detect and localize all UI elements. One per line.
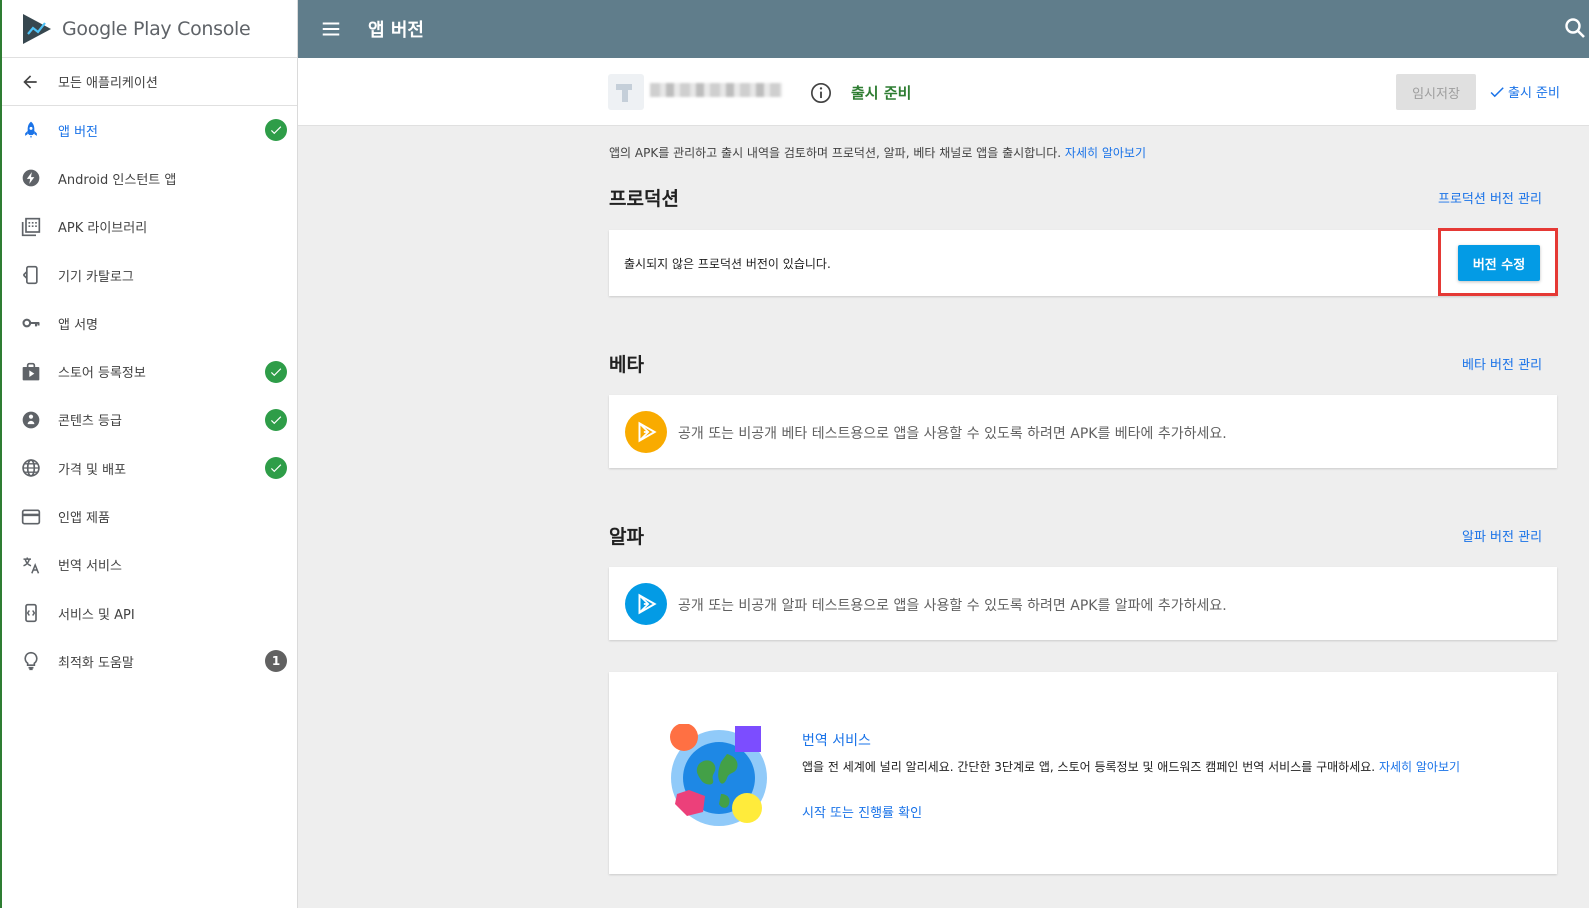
brand-logo[interactable]: Google Play Console xyxy=(2,0,297,58)
sidebar-item-instant-apps[interactable]: Android 인스턴트 앱 xyxy=(2,154,297,202)
sidebar-item-label: 서비스 및 API xyxy=(58,607,135,623)
sidebar-item-label: 앱 서명 xyxy=(58,317,99,333)
sidebar-item-optimization-tips[interactable]: 최적화 도움말 1 xyxy=(2,637,297,685)
sidebar-item-label: 스토어 등록정보 xyxy=(58,366,146,382)
search-icon[interactable] xyxy=(1563,16,1587,40)
alpha-title: 알파 xyxy=(609,526,644,548)
sidebar-item-pricing-distribution[interactable]: 가격 및 배포 xyxy=(2,444,297,492)
sidebar-item-label: 앱 버전 xyxy=(58,124,99,140)
globe-icon xyxy=(20,457,42,479)
library-icon xyxy=(20,216,42,238)
back-to-all-apps[interactable]: 모든 애플리케이션 xyxy=(2,58,297,106)
bulb-icon xyxy=(20,650,42,672)
learn-more-link[interactable]: 자세히 알아보기 xyxy=(1065,146,1146,160)
publish-label: 출시 준비 xyxy=(1508,86,1560,101)
bolt-icon xyxy=(20,167,42,189)
store-icon xyxy=(20,361,42,383)
device-icon xyxy=(20,264,42,286)
sidebar-item-label: 번역 서비스 xyxy=(58,559,122,575)
sidebar-item-label: 최적화 도움말 xyxy=(58,655,134,671)
app-name-redacted xyxy=(650,83,782,97)
check-icon xyxy=(1490,86,1504,97)
check-icon xyxy=(265,360,287,383)
count-badge: 1 xyxy=(265,650,287,673)
check-icon xyxy=(265,408,287,431)
card-icon xyxy=(20,506,42,528)
app-header: 출시 준비 임시저장 출시 준비 xyxy=(298,58,1589,126)
sidebar-item-label: 인앱 제품 xyxy=(58,511,110,527)
translation-text: 앱을 전 세계에 널리 알리세요. 간단한 3단계로 앱, 스토어 등록정보 및… xyxy=(802,760,1376,774)
brand-name: Google Play Console xyxy=(62,17,251,40)
production-title: 프로덕션 xyxy=(609,188,679,210)
page-title: 앱 버전 xyxy=(368,20,424,41)
manage-production-link[interactable]: 프로덕션 버전 관리 xyxy=(1438,188,1542,207)
translation-card: 번역 서비스 앱을 전 세계에 널리 알리세요. 간단한 3단계로 앱, 스토어… xyxy=(609,672,1557,874)
page-description: 앱의 APK를 관리하고 출시 내역을 검토하며 프로덕션, 알파, 베타 채널… xyxy=(609,144,1146,161)
save-draft-button[interactable]: 임시저장 xyxy=(1396,74,1476,110)
play-console-logo-icon xyxy=(23,13,51,44)
sidebar-item-apk-library[interactable]: APK 라이브러리 xyxy=(2,203,297,251)
ready-to-publish-button[interactable]: 출시 준비 xyxy=(1488,82,1560,101)
beta-title: 베타 xyxy=(609,354,644,376)
sidebar-item-translation-services[interactable]: 번역 서비스 xyxy=(2,541,297,589)
sidebar-item-app-signing[interactable]: 앱 서명 xyxy=(2,299,297,347)
rocket-icon xyxy=(20,119,42,141)
info-icon[interactable] xyxy=(810,82,832,104)
edit-release-button[interactable]: 버전 수정 xyxy=(1458,245,1540,281)
sidebar-item-label: 콘텐츠 등급 xyxy=(58,414,122,430)
sidebar-item-label: 기기 카탈로그 xyxy=(58,269,134,285)
sidebar-item-device-catalog[interactable]: 기기 카탈로그 xyxy=(2,251,297,299)
menu-icon[interactable] xyxy=(320,18,342,40)
back-label: 모든 애플리케이션 xyxy=(58,76,158,91)
start-translation-link[interactable]: 시작 또는 진행률 확인 xyxy=(802,802,922,821)
translation-learn-more-link[interactable]: 자세히 알아보기 xyxy=(1379,760,1460,774)
sidebar-item-store-listing[interactable]: 스토어 등록정보 xyxy=(2,347,297,395)
sidebar-item-label: 가격 및 배포 xyxy=(58,462,127,478)
sidebar-item-in-app-products[interactable]: 인앱 제품 xyxy=(2,492,297,540)
alpha-card: 공개 또는 비공개 알파 테스트용으로 앱을 사용할 수 있도록 하려면 APK… xyxy=(609,567,1557,640)
production-card: 출시되지 않은 프로덕션 버전이 있습니다. xyxy=(609,230,1557,296)
app-icon xyxy=(608,74,644,110)
arrow-back-icon xyxy=(23,74,37,89)
top-app-bar: 앱 버전 xyxy=(298,0,1589,58)
description-text: 앱의 APK를 관리하고 출시 내역을 검토하며 프로덕션, 알파, 베타 채널… xyxy=(609,146,1062,160)
beta-message: 공개 또는 비공개 베타 테스트용으로 앱을 사용할 수 있도록 하려면 APK… xyxy=(678,426,1227,442)
translation-title[interactable]: 번역 서비스 xyxy=(802,730,871,750)
sidebar-item-services-api[interactable]: 서비스 및 API xyxy=(2,589,297,637)
release-status: 출시 준비 xyxy=(851,84,912,102)
sidebar-item-label: APK 라이브러리 xyxy=(58,221,148,237)
sidebar-nav: 앱 버전 Android 인스턴트 앱 APK 라이브러리 기기 카탈로그 앱 … xyxy=(2,106,297,686)
key-icon xyxy=(20,312,42,334)
beta-play-icon xyxy=(625,411,667,453)
beta-card: 공개 또는 비공개 베타 테스트용으로 앱을 사용할 수 있도록 하려면 APK… xyxy=(609,395,1557,468)
manage-beta-link[interactable]: 베타 버전 관리 xyxy=(1462,354,1542,373)
translate-icon xyxy=(20,554,42,576)
translation-description: 앱을 전 세계에 널리 알리세요. 간단한 3단계로 앱, 스토어 등록정보 및… xyxy=(802,758,1460,775)
production-message: 출시되지 않은 프로덕션 버전이 있습니다. xyxy=(624,257,831,271)
sidebar-item-app-releases[interactable]: 앱 버전 xyxy=(2,106,297,154)
check-icon xyxy=(265,119,287,142)
alpha-message: 공개 또는 비공개 알파 테스트용으로 앱을 사용할 수 있도록 하려면 APK… xyxy=(678,598,1227,614)
check-icon xyxy=(265,457,287,480)
sidebar-item-content-rating[interactable]: 콘텐츠 등급 xyxy=(2,396,297,444)
api-icon xyxy=(20,602,42,624)
rating-icon xyxy=(20,409,42,431)
sidebar: Google Play Console 모든 애플리케이션 앱 버전 Andro… xyxy=(0,0,298,908)
alpha-play-icon xyxy=(625,583,667,625)
manage-alpha-link[interactable]: 알파 버전 관리 xyxy=(1462,526,1542,545)
sidebar-item-label: Android 인스턴트 앱 xyxy=(58,172,177,188)
globe-illustration-icon xyxy=(670,724,767,826)
